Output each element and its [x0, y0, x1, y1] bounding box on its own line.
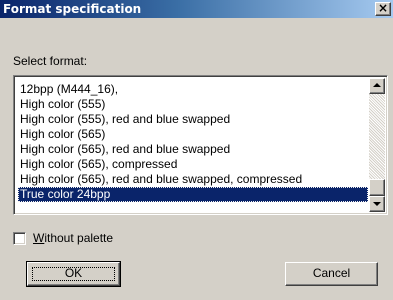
- ok-button[interactable]: OK: [26, 261, 121, 287]
- format-item[interactable]: High color (565): [18, 127, 368, 142]
- close-button[interactable]: ×: [375, 2, 391, 16]
- format-item[interactable]: High color (555), red and blue swapped: [18, 112, 368, 127]
- without-palette-checkbox[interactable]: [13, 232, 26, 245]
- select-format-label: Select format:: [13, 54, 88, 68]
- arrow-up-icon: [373, 83, 381, 87]
- format-item[interactable]: High color (555): [18, 97, 368, 112]
- format-item-selected[interactable]: True color 24bpp: [18, 187, 368, 202]
- scroll-up-button[interactable]: [369, 78, 385, 94]
- format-item[interactable]: High color (565), compressed: [18, 157, 368, 172]
- format-item[interactable]: High color (565), red and blue swapped, …: [18, 172, 368, 187]
- title-bar[interactable]: Format specification ×: [0, 0, 393, 18]
- cancel-button-label: Cancel: [312, 266, 351, 280]
- cancel-button[interactable]: Cancel: [285, 262, 378, 286]
- format-item[interactable]: High color (565), red and blue swapped: [18, 142, 368, 157]
- format-list: 12bpp (M444_16), High color (555) High c…: [18, 82, 368, 202]
- accelerator-key: W: [33, 231, 45, 245]
- format-item[interactable]: 12bpp (M444_16),: [18, 82, 368, 97]
- without-palette-text: ithout palette: [44, 231, 114, 245]
- scrollbar-thumb[interactable]: [369, 179, 385, 196]
- scroll-down-button[interactable]: [369, 196, 385, 212]
- without-palette-label[interactable]: Without palette: [33, 231, 113, 245]
- close-icon: ×: [377, 1, 389, 15]
- vertical-scrollbar[interactable]: [369, 78, 385, 212]
- arrow-down-icon: [373, 202, 381, 206]
- format-specification-dialog: Format specification × Select format: 12…: [0, 0, 393, 300]
- format-listbox[interactable]: 12bpp (M444_16), High color (555) High c…: [13, 75, 388, 215]
- focus-rect: [32, 267, 115, 281]
- window-title: Format specification: [3, 2, 142, 16]
